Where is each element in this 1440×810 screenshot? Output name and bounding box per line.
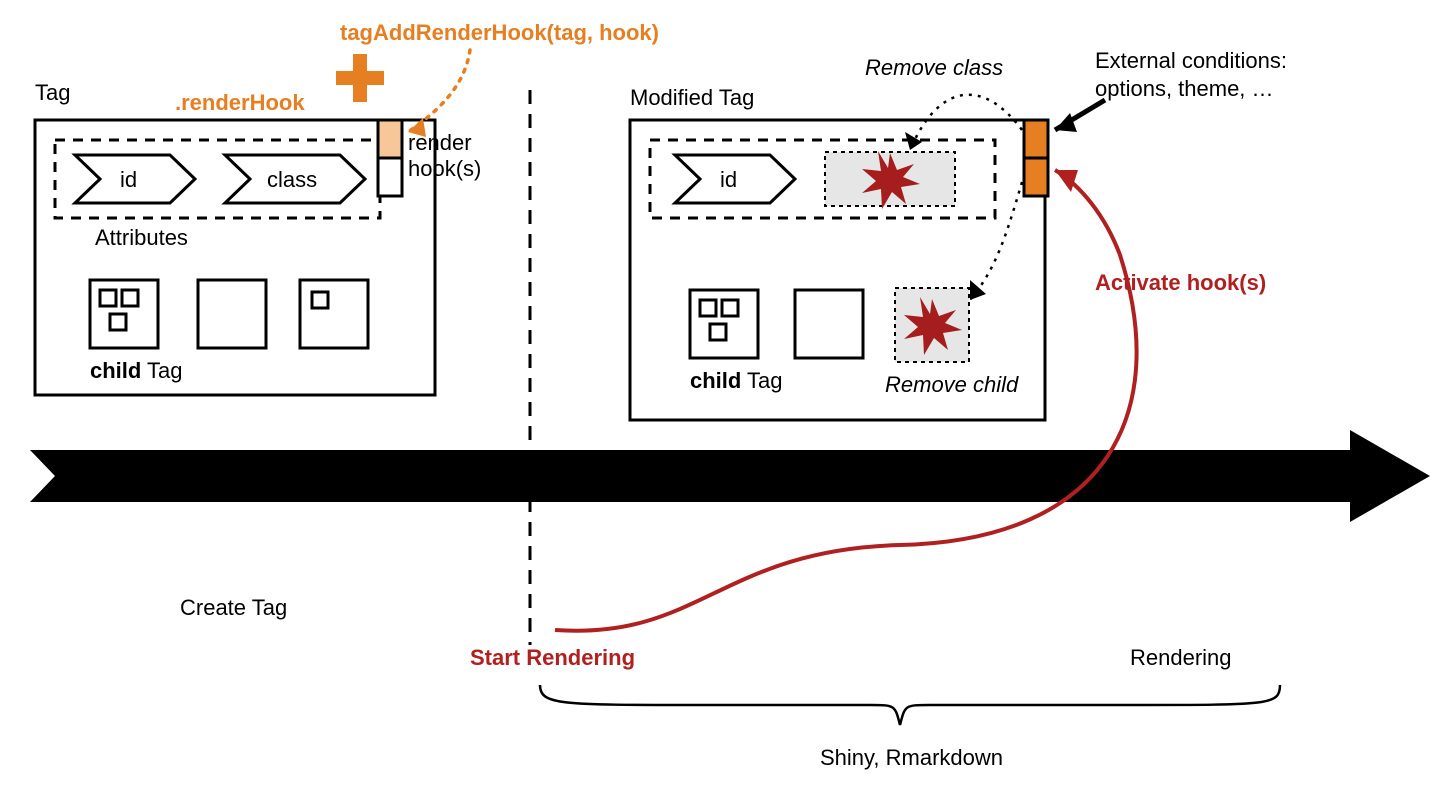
child-tag-label-left: child Tag bbox=[90, 358, 183, 383]
dotted-arrow-to-class-head bbox=[905, 132, 922, 150]
red-curve bbox=[555, 170, 1137, 631]
create-tag-label: Create Tag bbox=[180, 595, 287, 620]
fn-label: tagAddRenderHook(tag, hook) bbox=[340, 20, 659, 45]
svg-text:id: id bbox=[120, 167, 137, 192]
svg-text:class: class bbox=[267, 167, 317, 192]
render-hook-slot-bottom-left bbox=[378, 158, 402, 196]
render-hook-slot-top-left bbox=[378, 120, 402, 158]
external-conditions-1: External conditions: bbox=[1095, 48, 1287, 73]
remove-child-label: Remove child bbox=[885, 372, 1019, 397]
start-rendering-label: Start Rendering bbox=[470, 645, 635, 670]
ext-cond-arrow-head bbox=[1055, 113, 1077, 132]
child-tag-label-right: child Tag bbox=[690, 368, 783, 393]
render-hook-slot-bottom-right bbox=[1024, 158, 1048, 196]
remove-class-label: Remove class bbox=[865, 55, 1003, 80]
rendering-label: Rendering bbox=[1130, 645, 1232, 670]
removed-class-box bbox=[825, 151, 955, 209]
activate-hooks-label: Activate hook(s) bbox=[1095, 270, 1266, 295]
attr-id-chip-right: id bbox=[675, 155, 795, 203]
plus-icon bbox=[336, 54, 384, 102]
dotted-arrow-to-class bbox=[910, 95, 1022, 150]
attr-class-chip: class bbox=[225, 155, 365, 203]
attributes-label: Attributes bbox=[95, 225, 188, 250]
child-tag-1 bbox=[90, 280, 158, 348]
child-tag-2-right bbox=[795, 290, 863, 358]
child-tag-1-right bbox=[690, 290, 758, 358]
footer-label: Shiny, Rmarkdown bbox=[820, 745, 1003, 770]
child-tag-2 bbox=[198, 280, 266, 348]
curly-brace bbox=[540, 685, 1280, 725]
child-tag-3 bbox=[300, 280, 368, 348]
timeline-arrow bbox=[30, 430, 1430, 522]
render-hooks-label-2: hook(s) bbox=[408, 156, 481, 181]
modified-tag-title: Modified Tag bbox=[630, 85, 754, 110]
svg-text:id: id bbox=[720, 167, 737, 192]
removed-child-box bbox=[895, 288, 969, 362]
render-hook-slot-top-right bbox=[1024, 120, 1048, 158]
attr-id-chip: id bbox=[75, 155, 195, 203]
tag-title: Tag bbox=[35, 80, 70, 105]
renderhook-attr-label: .renderHook bbox=[175, 90, 305, 115]
red-curve-arrow-head bbox=[1055, 170, 1078, 192]
external-conditions-2: options, theme, … bbox=[1095, 76, 1274, 101]
